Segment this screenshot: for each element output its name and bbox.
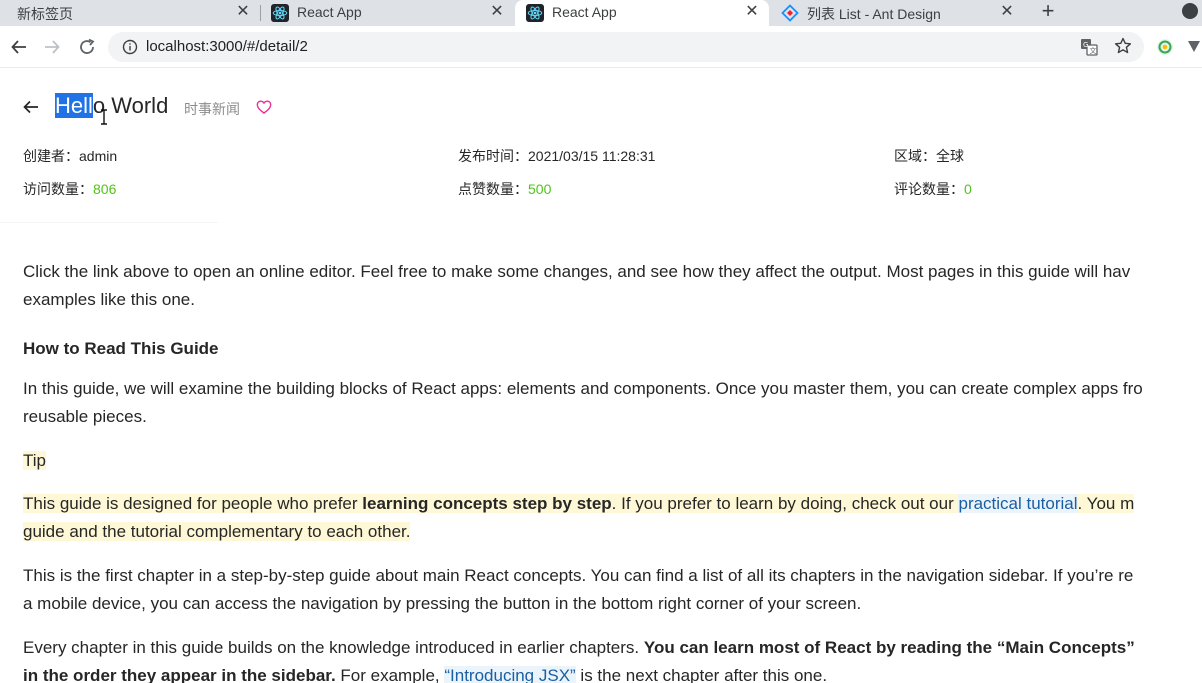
desc-visits: 访问数量：806 (23, 179, 116, 199)
arrow-left-icon (11, 40, 26, 54)
desc-value: 0 (964, 181, 972, 197)
desc-value: 2021/03/15 11:28:31 (528, 148, 656, 164)
desc-label: 评论数量： (894, 181, 964, 197)
translate-icon[interactable]: G 文 (1080, 38, 1098, 56)
extensions-menu-icon[interactable] (1186, 38, 1202, 56)
text-cursor-icon (101, 109, 107, 125)
title-selected-text: Hell (55, 93, 93, 118)
bookmark-star-icon[interactable] (1114, 37, 1132, 55)
address-url[interactable]: localhost:3000/#/detail/2 (146, 38, 308, 55)
paragraph-line: This guide is designed for people who pr… (23, 490, 1202, 518)
reload-button[interactable] (77, 37, 97, 57)
back-button[interactable] (9, 37, 29, 57)
tab-react-app-active[interactable]: React App ✕ (515, 0, 769, 26)
paragraph-line: reusable pieces. (23, 407, 147, 426)
ant-design-icon (781, 4, 799, 22)
desc-publish-time: 发布时间：2021/03/15 11:28:31 (458, 146, 655, 166)
paragraph-text: Every chapter in this guide builds on th… (23, 638, 644, 657)
content-paragraph: In this guide, we will examine the build… (23, 375, 1202, 431)
desc-region: 区域：全球 (894, 146, 964, 166)
desc-likes: 点赞数量：500 (458, 179, 551, 199)
page-title: Hello World (55, 93, 168, 119)
arrow-right-icon (45, 40, 60, 54)
tip-text: . You m (1077, 494, 1135, 513)
tab-close-icon[interactable]: ✕ (1000, 3, 1014, 21)
browser-toolbar: localhost:3000/#/detail/2 G 文 (0, 26, 1202, 68)
address-bar[interactable]: localhost:3000/#/detail/2 G 文 (108, 32, 1144, 62)
tab-close-icon[interactable]: ✕ (745, 3, 759, 21)
tab-title: 列表 List - Ant Design (807, 6, 941, 22)
desc-label: 区域： (894, 148, 936, 164)
heart-icon[interactable] (256, 99, 272, 115)
page-content: Hello World 时事新闻 创建者：admin 发布时间：2021/03/… (0, 69, 1202, 683)
extension-icon[interactable] (1156, 38, 1174, 56)
desc-value: 全球 (936, 148, 964, 164)
content-paragraph: This is the first chapter in a step-by-s… (23, 562, 1202, 618)
forward-button[interactable] (42, 37, 62, 57)
desc-label: 点赞数量： (458, 181, 528, 197)
paragraph-line: a mobile device, you can access the navi… (23, 594, 862, 613)
desc-creator: 创建者：admin (23, 146, 117, 166)
tab-react-app-1[interactable]: React App ✕ (262, 0, 512, 26)
desc-comments: 评论数量：0 (894, 179, 972, 199)
paragraph-bold-text: in the order they appear in the sidebar. (23, 666, 336, 683)
desc-label: 访问数量： (23, 181, 93, 197)
new-tab-button[interactable]: + (1038, 0, 1058, 23)
desc-value: admin (79, 148, 118, 164)
tip-heading: Tip (23, 451, 46, 470)
desc-label: 发布时间： (458, 148, 528, 164)
paragraph-line: guide and the tutorial complementary to … (23, 518, 1202, 546)
arrow-left-icon[interactable] (22, 98, 40, 116)
desc-value: 500 (528, 181, 552, 197)
tab-strip: 新标签页 ✕ React App ✕ React App ✕ 列表 List -… (0, 0, 1202, 26)
paragraph-bold-text: You can learn most of React by reading t… (643, 638, 1135, 657)
content-paragraph: Every chapter in this guide builds on th… (23, 634, 1202, 683)
paragraph-line: in the order they appear in the sidebar.… (23, 662, 1202, 683)
tip-bold-text: learning concepts step by step (362, 494, 612, 513)
paragraph-line: This is the first chapter in a step-by-s… (23, 566, 1134, 585)
tip-text: This guide is designed for people who pr… (23, 494, 363, 513)
tab-close-icon[interactable]: ✕ (236, 3, 250, 21)
tip-label: Tip (23, 447, 1202, 475)
tab-title: 新标签页 (17, 6, 73, 22)
paragraph-text: is the next chapter after this one. (575, 666, 828, 683)
tab-separator (260, 5, 261, 21)
react-icon (271, 4, 289, 22)
tab-title: React App (552, 4, 617, 20)
paragraph-line: In this guide, we will examine the build… (23, 379, 1143, 398)
react-icon (526, 4, 544, 22)
tab-ant-design[interactable]: 列表 List - Ant Design ✕ (772, 0, 1026, 26)
tip-paragraph: This guide is designed for people who pr… (23, 490, 1202, 546)
practical-tutorial-link[interactable]: practical tutorial (958, 494, 1078, 513)
content-paragraph: Click the link above to open an online e… (23, 258, 1202, 314)
desc-label: 创建者： (23, 148, 79, 164)
tip-text: guide and the tutorial complementary to … (23, 522, 411, 541)
tab-new-tab[interactable]: 新标签页 ✕ (0, 0, 258, 26)
svg-text:G: G (1083, 41, 1088, 49)
page-subtitle: 时事新闻 (184, 101, 240, 117)
desc-value: 806 (93, 181, 117, 197)
paragraph-line: examples like this one. (23, 290, 195, 309)
section-heading: How to Read This Guide (23, 339, 219, 358)
info-icon[interactable] (122, 39, 138, 55)
tip-text: . If you prefer to learn by doing, check… (611, 494, 959, 513)
paragraph-text: For example, (335, 666, 445, 683)
introducing-jsx-link[interactable]: “Introducing JSX” (444, 666, 576, 683)
reload-icon (80, 38, 95, 54)
tab-title: React App (297, 4, 362, 20)
tab-search-icon[interactable] (1182, 3, 1198, 19)
paragraph-line: Every chapter in this guide builds on th… (23, 634, 1202, 662)
divider (0, 222, 218, 223)
svg-text:文: 文 (1090, 46, 1097, 55)
paragraph-line: Click the link above to open an online e… (23, 262, 1131, 281)
tab-close-icon[interactable]: ✕ (490, 3, 504, 21)
